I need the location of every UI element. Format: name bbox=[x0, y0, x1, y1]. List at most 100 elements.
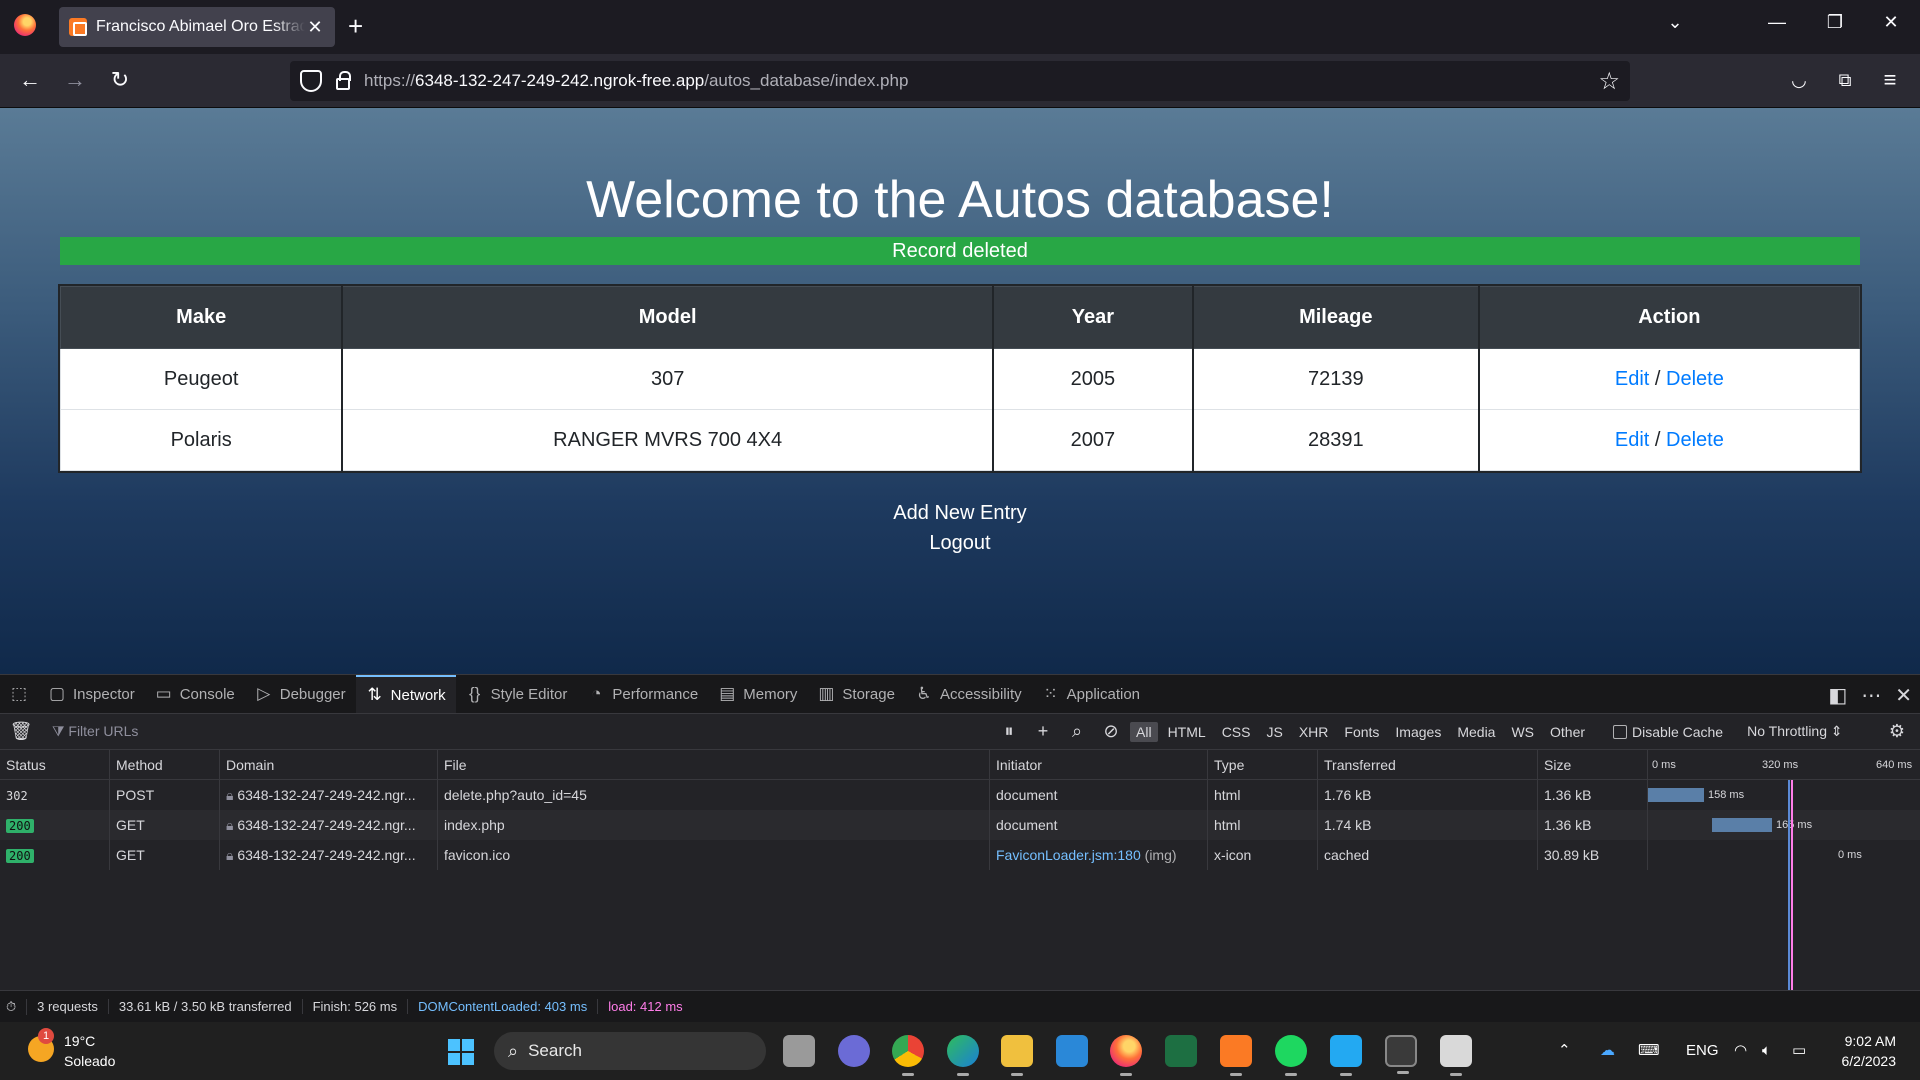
battery-icon[interactable]: ▭ bbox=[1792, 1022, 1806, 1080]
filter-urls-input[interactable]: ⧩ Filter URLs bbox=[52, 723, 992, 740]
vscode-icon[interactable] bbox=[1330, 1035, 1362, 1076]
col-domain[interactable]: Domain bbox=[220, 750, 438, 780]
tab-accessibility[interactable]: ♿ Accessibility bbox=[905, 675, 1032, 713]
edge-icon[interactable] bbox=[947, 1035, 979, 1076]
chrome-icon[interactable] bbox=[892, 1035, 924, 1076]
onedrive-cloud-icon[interactable]: ☁ bbox=[1600, 1022, 1615, 1080]
col-status[interactable]: Status bbox=[0, 750, 110, 780]
restore-button[interactable]: ❐ bbox=[1820, 12, 1850, 33]
tab-list-chevron-icon[interactable]: ⌄ bbox=[1660, 12, 1690, 33]
keyboard-icon[interactable]: ⌨ bbox=[1638, 1022, 1660, 1080]
tab-storage[interactable]: ▥ Storage bbox=[807, 675, 905, 713]
bookmark-star-icon[interactable]: ☆ bbox=[1598, 67, 1620, 96]
filter-all-button[interactable]: All bbox=[1130, 721, 1158, 742]
filter-media-button[interactable]: Media bbox=[1451, 722, 1501, 742]
logout-link[interactable]: Logout bbox=[0, 528, 1920, 558]
reload-button[interactable]: ↻ bbox=[106, 66, 134, 94]
back-button[interactable]: ← bbox=[16, 66, 44, 94]
tab-debugger[interactable]: ▷ Debugger bbox=[245, 675, 356, 713]
tab-console[interactable]: ▭ Console bbox=[145, 675, 245, 713]
filter-xhr-button[interactable]: XHR bbox=[1293, 722, 1335, 742]
request-initiator: document bbox=[990, 810, 1208, 840]
add-new-entry-link[interactable]: Add New Entry bbox=[0, 498, 1920, 528]
throttling-select[interactable]: No Throttling ⇕ bbox=[1741, 721, 1849, 742]
language-indicator[interactable]: ENG bbox=[1686, 1022, 1719, 1080]
forward-button[interactable]: → bbox=[61, 66, 89, 94]
request-row[interactable]: 200 GET 🔒︎ 6348-132-247-249-242.ngr... f… bbox=[0, 840, 1920, 870]
wifi-icon[interactable]: ◠ bbox=[1734, 1022, 1747, 1080]
extensions-icon[interactable]: ⧉ bbox=[1831, 66, 1859, 94]
windows-start-icon[interactable] bbox=[448, 1039, 474, 1065]
file-explorer-icon[interactable] bbox=[1001, 1035, 1033, 1076]
terminal-icon[interactable] bbox=[1385, 1035, 1417, 1074]
settings-gear-icon[interactable]: ⚙ bbox=[1880, 721, 1914, 742]
performance-analysis-icon[interactable]: ⏱ bbox=[0, 998, 28, 1015]
filter-ws-button[interactable]: WS bbox=[1505, 722, 1540, 742]
new-tab-button[interactable]: + bbox=[348, 11, 363, 41]
tab-style-editor[interactable]: {} Style Editor bbox=[456, 675, 578, 713]
col-method[interactable]: Method bbox=[110, 750, 220, 780]
tab-inspector[interactable]: ▢ Inspector bbox=[38, 675, 145, 713]
url-bar[interactable]: https://6348-132-247-249-242.ngrok-free.… bbox=[290, 61, 1630, 101]
tab-memory[interactable]: ▤ Memory bbox=[708, 675, 807, 713]
filter-css-button[interactable]: CSS bbox=[1216, 722, 1257, 742]
filter-html-button[interactable]: HTML bbox=[1162, 722, 1212, 742]
close-window-button[interactable]: ✕ bbox=[1876, 12, 1906, 33]
xampp-icon[interactable] bbox=[1220, 1035, 1252, 1076]
filter-fonts-button[interactable]: Fonts bbox=[1338, 722, 1385, 742]
style-editor-icon: {} bbox=[468, 684, 481, 703]
weather-widget[interactable]: 19°C Soleado bbox=[64, 1031, 115, 1071]
teams-chat-icon[interactable] bbox=[838, 1035, 870, 1067]
col-file[interactable]: File bbox=[438, 750, 990, 780]
close-devtools-icon[interactable]: ✕ bbox=[1895, 683, 1912, 708]
tab-application[interactable]: ⁙ Application bbox=[1032, 675, 1150, 713]
devtools-panel: ⬚ ▢ Inspector ▭ Console ▷ Debugger ⇅ Network… bbox=[0, 674, 1920, 1022]
request-transferred: 1.74 kB bbox=[1318, 810, 1538, 840]
firefox-icon[interactable] bbox=[1110, 1035, 1142, 1076]
add-icon[interactable]: + bbox=[1026, 721, 1060, 742]
filter-js-button[interactable]: JS bbox=[1260, 722, 1288, 742]
snipping-tool-icon[interactable] bbox=[1440, 1035, 1472, 1076]
clear-trash-icon[interactable]: 🗑 bbox=[4, 721, 38, 742]
tray-overflow-chevron-icon[interactable]: ⌃ bbox=[1558, 1022, 1571, 1080]
block-icon[interactable]: ⊘ bbox=[1094, 721, 1128, 742]
menu-hamburger-icon[interactable]: ≡ bbox=[1876, 66, 1904, 94]
col-size[interactable]: Size bbox=[1538, 750, 1648, 780]
spotify-icon[interactable] bbox=[1275, 1035, 1307, 1076]
request-row[interactable]: 302 POST 🔒︎ 6348-132-247-249-242.ngr... … bbox=[0, 780, 1920, 810]
close-tab-icon[interactable]: ✕ bbox=[305, 17, 325, 38]
delete-link[interactable]: Delete bbox=[1666, 368, 1724, 390]
excel-icon[interactable] bbox=[1165, 1035, 1197, 1067]
system-clock[interactable]: 9:02 AM 6/2/2023 bbox=[1842, 1031, 1897, 1071]
filter-other-button[interactable]: Other bbox=[1544, 722, 1591, 742]
col-initiator[interactable]: Initiator bbox=[990, 750, 1208, 780]
request-row[interactable]: 200 GET 🔒︎ 6348-132-247-249-242.ngr... i… bbox=[0, 810, 1920, 840]
pocket-icon[interactable]: ◡ bbox=[1785, 66, 1813, 94]
tracking-protection-shield-icon[interactable] bbox=[300, 70, 322, 92]
element-picker-button[interactable]: ⬚ bbox=[0, 675, 38, 713]
col-type[interactable]: Type bbox=[1208, 750, 1318, 780]
task-view-icon[interactable] bbox=[783, 1035, 815, 1067]
dock-side-icon[interactable]: ◧ bbox=[1828, 683, 1847, 708]
lock-icon[interactable] bbox=[336, 71, 351, 90]
delete-link[interactable]: Delete bbox=[1666, 429, 1724, 451]
tab-performance[interactable]: ◔ Performance bbox=[577, 675, 708, 713]
more-options-icon[interactable]: ⋯ bbox=[1861, 683, 1881, 708]
col-transferred[interactable]: Transferred bbox=[1318, 750, 1538, 780]
minimize-button[interactable]: — bbox=[1762, 12, 1792, 33]
edit-link[interactable]: Edit bbox=[1615, 429, 1649, 451]
tab-network[interactable]: ⇅ Network bbox=[355, 675, 456, 713]
pause-icon[interactable]: ⏸ bbox=[992, 721, 1026, 742]
volume-icon[interactable]: 🔈︎ bbox=[1762, 1022, 1771, 1080]
filter-images-button[interactable]: Images bbox=[1389, 722, 1447, 742]
mail-icon[interactable] bbox=[1056, 1035, 1088, 1067]
browser-tab[interactable]: Francisco Abimael Oro Estrada ✕ bbox=[59, 7, 335, 47]
firefox-logo-icon[interactable] bbox=[14, 14, 36, 36]
search-icon[interactable]: ⌕ bbox=[1060, 721, 1094, 742]
disable-cache-checkbox[interactable]: Disable Cache bbox=[1607, 722, 1729, 742]
col-waterfall[interactable]: 0 ms 320 ms 640 ms bbox=[1648, 750, 1920, 780]
url-text[interactable]: https://6348-132-247-249-242.ngrok-free.… bbox=[364, 71, 908, 91]
edit-link[interactable]: Edit bbox=[1615, 368, 1649, 390]
taskbar-search[interactable]: ⌕ Search bbox=[494, 1032, 766, 1070]
initiator-link[interactable]: FaviconLoader.jsm:180 bbox=[996, 847, 1141, 863]
